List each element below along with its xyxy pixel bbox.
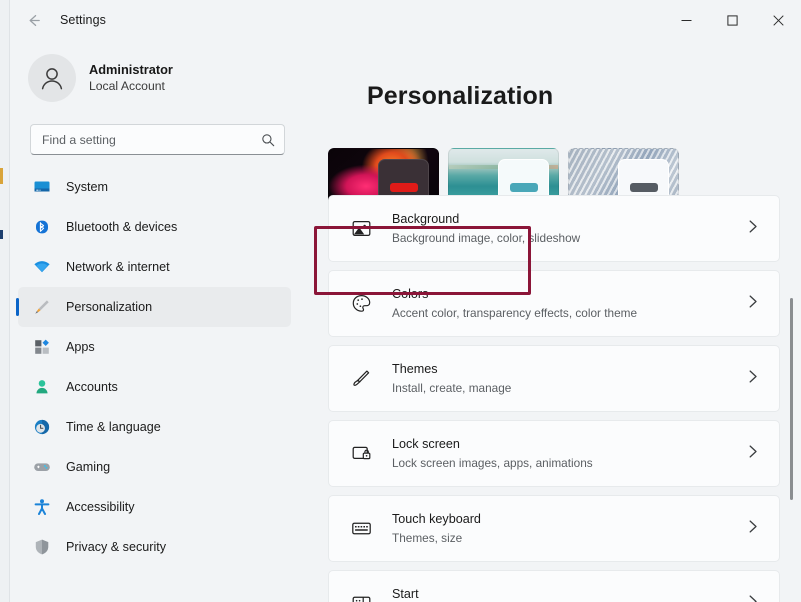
sidebar-item-accounts[interactable]: Accounts xyxy=(18,367,291,407)
sidebar-nav: System Bluetooth & devices Network & int… xyxy=(10,167,307,567)
card-title: Background xyxy=(392,212,460,227)
sidebar-item-privacy-security[interactable]: Privacy & security xyxy=(18,527,291,567)
settings-card-lock-screen[interactable]: Lock screen Lock screen images, apps, an… xyxy=(328,420,780,487)
close-button[interactable] xyxy=(755,0,801,40)
card-subtitle: Background image, color, slideshow xyxy=(392,230,581,245)
account-block[interactable]: Administrator Local Account xyxy=(10,40,307,108)
sidebar-item-bluetooth-devices[interactable]: Bluetooth & devices xyxy=(18,207,291,247)
shield-icon xyxy=(32,537,52,557)
settings-card-themes[interactable]: Themes Install, create, manage xyxy=(328,345,780,412)
card-subtitle: Install, create, manage xyxy=(392,380,512,395)
settings-card-list: Background Background image, color, slid… xyxy=(328,195,780,602)
card-title: Touch keyboard xyxy=(392,512,481,527)
person-icon xyxy=(32,377,52,397)
card-title: Lock screen xyxy=(392,437,460,452)
palette-icon xyxy=(348,291,374,317)
sidebar: Administrator Local Account Find a setti… xyxy=(10,40,307,602)
sidebar-item-time-language[interactable]: Time & language xyxy=(18,407,291,447)
monitor-icon xyxy=(32,177,52,197)
user-avatar-icon xyxy=(41,68,63,90)
lock-screen-icon xyxy=(348,441,374,467)
search-icon xyxy=(261,133,275,147)
search-container xyxy=(10,108,307,155)
sidebar-item-label: Privacy & security xyxy=(66,540,167,554)
sidebar-item-label: Apps xyxy=(66,340,95,354)
theme-accent-bar xyxy=(629,183,658,192)
maximize-icon xyxy=(726,14,738,26)
start-icon xyxy=(348,591,374,602)
chevron-right-icon xyxy=(747,519,759,538)
sidebar-item-label: Accessibility xyxy=(66,500,135,514)
card-title: Themes xyxy=(392,362,438,377)
keyboard-icon xyxy=(348,516,374,542)
sidebar-item-apps[interactable]: Apps xyxy=(18,327,291,367)
sidebar-item-system[interactable]: System xyxy=(18,167,291,207)
chevron-right-icon xyxy=(747,219,759,238)
back-button[interactable] xyxy=(16,3,50,37)
window-title: Settings xyxy=(60,13,106,27)
account-type: Local Account xyxy=(89,78,165,93)
theme-accent-bar xyxy=(389,183,418,192)
page-title: Personalization xyxy=(367,82,554,110)
sidebar-item-label: Time & language xyxy=(66,420,161,434)
sidebar-item-gaming[interactable]: Gaming xyxy=(18,447,291,487)
card-title: Start xyxy=(392,587,419,602)
vertical-scrollbar[interactable] xyxy=(785,86,799,596)
sidebar-item-personalization[interactable]: Personalization xyxy=(16,287,291,327)
accessibility-icon xyxy=(32,497,52,517)
minimize-icon xyxy=(681,19,691,21)
avatar xyxy=(28,54,76,102)
title-bar: Settings xyxy=(10,0,801,40)
apps-grid-icon xyxy=(32,337,52,357)
sidebar-item-label: System xyxy=(66,180,108,194)
sidebar-item-label: Bluetooth & devices xyxy=(66,220,178,234)
clock-globe-icon xyxy=(32,417,52,437)
close-icon xyxy=(772,14,784,26)
desktop-edge-mark-blue xyxy=(0,230,3,239)
settings-card-start[interactable]: Start Recent apps and items, folders xyxy=(328,570,780,602)
gamepad-icon xyxy=(32,457,52,477)
card-subtitle: Accent color, transparency effects, colo… xyxy=(392,305,638,320)
chevron-right-icon xyxy=(747,294,759,313)
settings-card-colors[interactable]: Colors Accent color, transparency effect… xyxy=(328,270,780,337)
paintbrush-icon xyxy=(32,297,52,317)
card-subtitle: Themes, size xyxy=(392,530,463,545)
picture-icon xyxy=(348,216,374,242)
settings-card-touch-keyboard[interactable]: Touch keyboard Themes, size xyxy=(328,495,780,562)
content-area: Personalization Background Background im… xyxy=(307,40,801,602)
chevron-right-icon xyxy=(747,594,759,602)
card-subtitle: Lock screen images, apps, animations xyxy=(392,455,593,470)
paintbrush-card-icon xyxy=(348,366,374,392)
window-controls xyxy=(663,0,801,40)
minimize-button[interactable] xyxy=(663,0,709,40)
sidebar-item-network-internet[interactable]: Network & internet xyxy=(18,247,291,287)
card-title: Colors xyxy=(392,287,429,302)
sidebar-item-label: Personalization xyxy=(66,300,153,314)
chevron-right-icon xyxy=(747,369,759,388)
settings-window: Settings Administrator Local Account Fin… xyxy=(0,0,801,602)
sidebar-item-accessibility[interactable]: Accessibility xyxy=(18,487,291,527)
desktop-edge-mark-amber xyxy=(0,168,3,184)
settings-card-background[interactable]: Background Background image, color, slid… xyxy=(328,195,780,262)
chevron-right-icon xyxy=(747,444,759,463)
maximize-button[interactable] xyxy=(709,0,755,40)
search-input[interactable] xyxy=(31,125,284,154)
bluetooth-icon xyxy=(32,217,52,237)
theme-accent-bar xyxy=(509,183,538,192)
back-arrow-icon xyxy=(29,14,40,26)
sidebar-item-label: Gaming xyxy=(66,460,111,474)
search-box[interactable] xyxy=(30,124,285,155)
sidebar-item-label: Accounts xyxy=(66,380,118,394)
wifi-icon xyxy=(32,257,52,277)
sidebar-item-label: Network & internet xyxy=(66,260,170,274)
scrollbar-thumb[interactable] xyxy=(790,298,793,500)
account-name: Administrator xyxy=(89,61,173,77)
